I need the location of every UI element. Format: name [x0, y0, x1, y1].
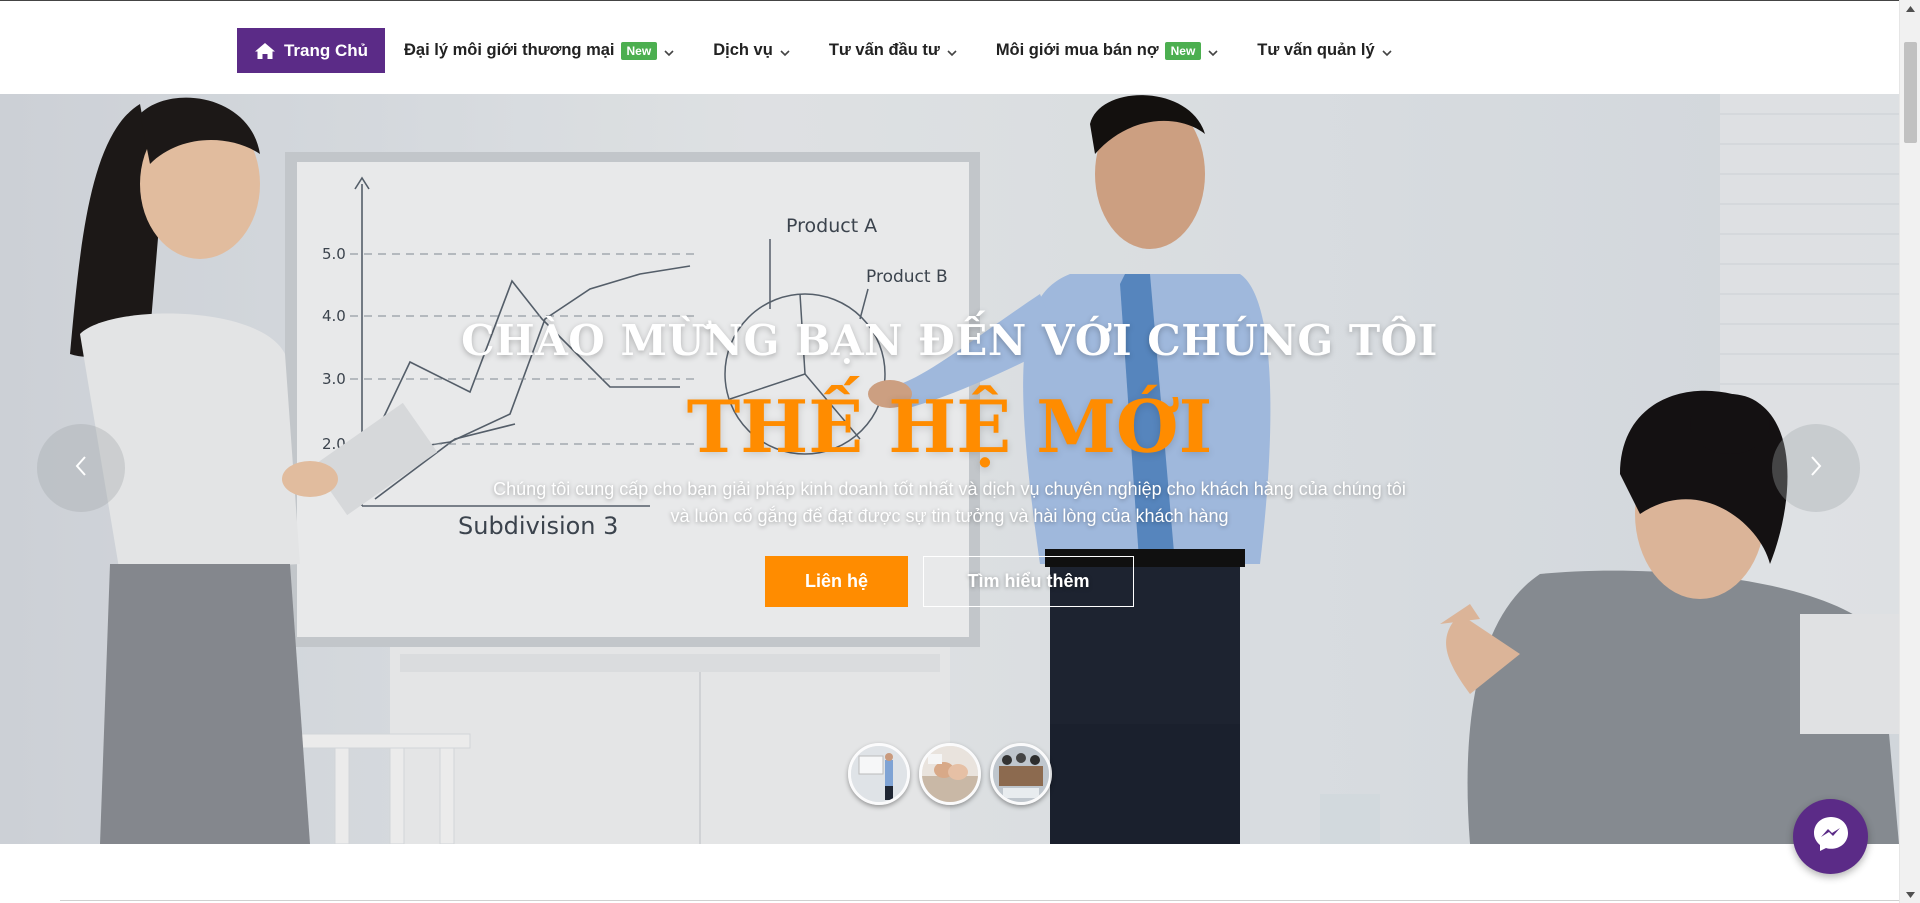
chevron-down-icon — [1207, 45, 1219, 57]
learn-more-button[interactable]: Tìm hiểu thêm — [923, 556, 1134, 607]
top-navbar: Trang Chủ Đại lý môi giới thương mại New… — [0, 0, 1899, 94]
main-menu: Trang Chủ Đại lý môi giới thương mại New… — [237, 28, 1412, 73]
nav-item-moi-gioi-mua-ban-no[interactable]: Môi giới mua bán nợ New — [977, 28, 1238, 73]
chevron-right-icon — [1807, 454, 1825, 483]
hero-description-line: và luôn cố gắng để đạt được sự tin tưởng… — [670, 506, 1229, 526]
nav-item-tu-van-quan-ly[interactable]: Tư vấn quản lý — [1238, 28, 1411, 73]
contact-button[interactable]: Liên hệ — [765, 556, 908, 607]
hero-subtitle: CHÀO MỪNG BẠN ĐẾN VỚI CHÚNG TÔI — [461, 316, 1438, 365]
chevron-left-icon — [72, 454, 90, 483]
chevron-down-icon — [779, 45, 791, 57]
page-scrollbar[interactable] — [1899, 0, 1920, 903]
nav-item-dai-ly-moi-gioi[interactable]: Đại lý môi giới thương mại New — [385, 28, 694, 73]
hero-description-line: Chúng tôi cung cấp cho bạn giải pháp kin… — [493, 479, 1406, 499]
nav-home-button[interactable]: Trang Chủ — [237, 28, 385, 73]
nav-item-label: Tư vấn quản lý — [1257, 41, 1375, 59]
scroll-up-arrow-icon[interactable] — [1900, 0, 1920, 17]
nav-item-label: Môi giới mua bán nợ — [995, 41, 1159, 59]
chevron-down-icon — [663, 45, 675, 57]
messenger-icon — [1810, 813, 1852, 860]
nav-item-label: Dịch vụ — [713, 41, 773, 59]
nav-item-tu-van-dau-tu[interactable]: Tư vấn đầu tư — [810, 28, 977, 73]
hero-title: THẾ HỆ MỚI — [686, 384, 1213, 469]
home-icon — [254, 42, 276, 60]
slider-thumbnail-2[interactable] — [919, 743, 981, 805]
hero-slider: 5.0 4.0 3.0 2.0 Product A Product B Subd… — [0, 94, 1899, 844]
divider — [60, 900, 1899, 901]
new-badge: New — [620, 41, 658, 60]
slider-thumbnails — [848, 743, 1052, 805]
nav-item-label: Đại lý môi giới thương mại — [404, 41, 615, 59]
chevron-down-icon — [1381, 45, 1393, 57]
slider-thumbnail-3[interactable] — [990, 743, 1052, 805]
scrollbar-thumb[interactable] — [1904, 42, 1917, 143]
chevron-down-icon — [946, 45, 958, 57]
hero-description: Chúng tôi cung cấp cho bạn giải pháp kin… — [0, 476, 1899, 530]
nav-item-dich-vu[interactable]: Dịch vụ — [694, 28, 810, 73]
nav-item-label: Tư vấn đầu tư — [828, 41, 940, 59]
slider-thumbnail-1[interactable] — [848, 743, 910, 805]
hero-content: CHÀO MỪNG BẠN ĐẾN VỚI CHÚNG TÔI THẾ HỆ M… — [0, 94, 1899, 844]
slider-prev-button[interactable] — [37, 424, 125, 512]
slider-next-button[interactable] — [1772, 424, 1860, 512]
messenger-chat-button[interactable] — [1793, 799, 1868, 874]
nav-home-label: Trang Chủ — [283, 40, 369, 60]
scroll-down-arrow-icon[interactable] — [1900, 886, 1920, 903]
new-badge: New — [1164, 41, 1202, 60]
